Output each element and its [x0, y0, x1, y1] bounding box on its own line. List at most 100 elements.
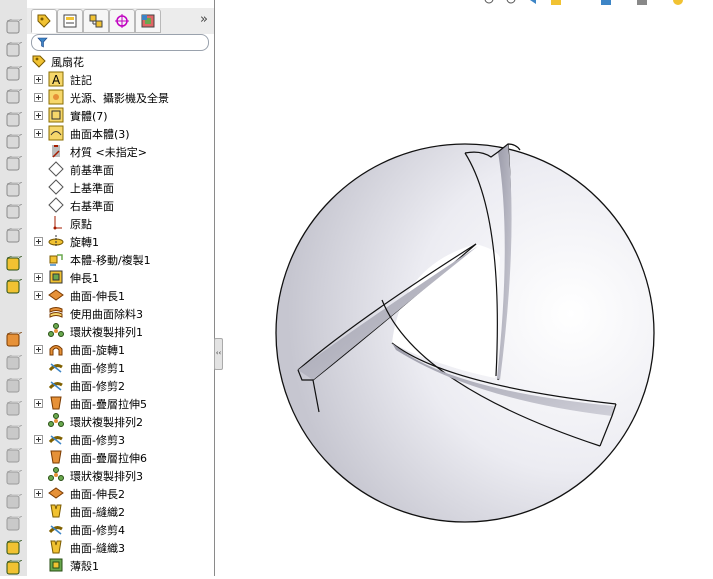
- tree-root[interactable]: 風扇花: [27, 52, 214, 70]
- tree-item-label: 材質 <未指定>: [70, 146, 147, 159]
- filter-icon: [37, 37, 48, 48]
- tree-item-label: 旋轉1: [70, 236, 99, 249]
- material-icon: [48, 143, 64, 159]
- circular-pattern-icon: [48, 323, 64, 339]
- tree-item-surface-bodies[interactable]: 曲面本體(3): [27, 124, 214, 142]
- tree-item-surface-trim[interactable]: 曲面-修剪2: [27, 376, 214, 394]
- chamfer-icon[interactable]: [4, 425, 22, 441]
- plane-icon[interactable]: [4, 42, 22, 58]
- tree-item-plane[interactable]: 上基準面: [27, 178, 214, 196]
- plane-icon[interactable]: [4, 19, 22, 35]
- tree-item-surface-extrude[interactable]: 曲面-伸長2: [27, 484, 214, 502]
- manager-tabs: »: [27, 8, 214, 34]
- tree-item-surface-extrude[interactable]: 曲面-伸長1: [27, 286, 214, 304]
- expand-toggle[interactable]: [34, 237, 43, 246]
- boss-icon[interactable]: [4, 560, 22, 576]
- surface-extrude-icon: [48, 485, 64, 501]
- relations-icon[interactable]: [4, 228, 22, 244]
- tree-item-plane[interactable]: 前基準面: [27, 160, 214, 178]
- revolve-icon[interactable]: [4, 332, 22, 348]
- tree-item-move-copy[interactable]: 本體-移動/複製1: [27, 250, 214, 268]
- more-tabs-button[interactable]: »: [200, 12, 208, 27]
- tree-item-surface-trim[interactable]: 曲面-修剪1: [27, 358, 214, 376]
- smart-dimension-icon[interactable]: [4, 204, 22, 220]
- surface-knit-icon: [48, 503, 64, 519]
- tree-item-circular-pattern[interactable]: 環狀複製排列2: [27, 412, 214, 430]
- tree-item-label: 環狀複製排列3: [70, 470, 143, 483]
- tree-item-label: 環狀複製排列2: [70, 416, 143, 429]
- tree-item-label: 曲面-伸長2: [70, 488, 125, 501]
- filter-input[interactable]: [31, 34, 209, 51]
- tree-item-revolve[interactable]: 旋轉1: [27, 232, 214, 250]
- graphics-area[interactable]: [216, 0, 713, 576]
- tab-display-manager[interactable]: [135, 9, 161, 33]
- circular-pattern-icon: [48, 413, 64, 429]
- tree-item-label: 曲面-縫織2: [70, 506, 125, 519]
- tab-configuration-manager[interactable]: [83, 9, 109, 33]
- solid-box-icon[interactable]: [4, 156, 22, 172]
- extrude-icon[interactable]: [4, 256, 22, 272]
- expand-toggle[interactable]: [34, 435, 43, 444]
- expand-toggle[interactable]: [34, 111, 43, 120]
- tree-item-circular-pattern[interactable]: 環狀複製排列1: [27, 322, 214, 340]
- tree-item-annotations[interactable]: A 註記: [27, 70, 214, 88]
- tree-item-plane[interactable]: 右基準面: [27, 196, 214, 214]
- surface-knit-icon: [48, 539, 64, 555]
- expand-toggle[interactable]: [34, 75, 43, 84]
- expand-toggle[interactable]: [34, 93, 43, 102]
- tree-item-extrude[interactable]: 伸長1: [27, 268, 214, 286]
- expand-toggle[interactable]: [34, 291, 43, 300]
- expand-toggle[interactable]: [34, 489, 43, 498]
- dome-icon[interactable]: [4, 540, 22, 556]
- tree-item-origin[interactable]: 原點: [27, 214, 214, 232]
- plane-icon[interactable]: [4, 112, 22, 128]
- tree-item-label: 曲面-伸長1: [70, 290, 125, 303]
- tree-item-label: 實體(7): [70, 110, 108, 123]
- expand-toggle[interactable]: [34, 273, 43, 282]
- expand-toggle[interactable]: [34, 345, 43, 354]
- tree-item-material[interactable]: 材質 <未指定>: [27, 142, 214, 160]
- tree-item-surface-trim[interactable]: 曲面-修剪3: [27, 430, 214, 448]
- tree-item-solid-bodies[interactable]: 實體(7): [27, 106, 214, 124]
- surface-bodies-icon: [48, 125, 64, 141]
- tree-item-surface-knit[interactable]: 曲面-縫織3: [27, 538, 214, 556]
- tree-item-label: 曲面-修剪2: [70, 380, 125, 393]
- tree-item-label: 上基準面: [70, 182, 114, 195]
- annotations-icon: A: [48, 71, 64, 87]
- plane-icon[interactable]: [4, 89, 22, 105]
- tab-property-manager[interactable]: [57, 9, 83, 33]
- hole-icon[interactable]: [4, 516, 22, 532]
- tree-item-circular-pattern[interactable]: 環狀複製排列3: [27, 466, 214, 484]
- tree-item-surface-revolve[interactable]: 曲面-旋轉1: [27, 340, 214, 358]
- plane-icon[interactable]: [4, 134, 22, 150]
- tree-item-shell[interactable]: 薄殼1: [27, 556, 214, 574]
- surface-trim-icon: [48, 521, 64, 537]
- plane-icon[interactable]: [4, 66, 22, 82]
- tab-feature-manager[interactable]: [31, 9, 57, 33]
- tree-item-surface-loft[interactable]: 曲面-疊層拉伸6: [27, 448, 214, 466]
- tree-item-label: 曲面-旋轉1: [70, 344, 125, 357]
- expand-toggle[interactable]: [34, 399, 43, 408]
- tree-item-surface-knit[interactable]: 曲面-縫織2: [27, 502, 214, 520]
- tree-item-label: 環狀複製排列1: [70, 326, 143, 339]
- sketch-icon[interactable]: [4, 182, 22, 198]
- tree-item-surface-loft[interactable]: 曲面-疊層拉伸5: [27, 394, 214, 412]
- tree-item-label: 曲面-修剪1: [70, 362, 125, 375]
- rib-icon[interactable]: [4, 448, 22, 464]
- tab-dimxpert-manager[interactable]: [109, 9, 135, 33]
- tree-item-label: 曲面-修剪3: [70, 434, 125, 447]
- draft-icon[interactable]: [4, 494, 22, 510]
- tree-root-label: 風扇花: [51, 56, 84, 69]
- tree-item-lights[interactable]: 光源、攝影機及全景: [27, 88, 214, 106]
- feature-tree: 風扇花 A 註記 光源、攝影機及全景實體(7) 曲面本體(3) 材質 <未指定> 前基準面…: [27, 52, 214, 574]
- tree-item-surface-trim[interactable]: 曲面-修剪4: [27, 520, 214, 538]
- extrude-icon: [48, 269, 64, 285]
- shell-icon[interactable]: [4, 470, 22, 486]
- sweep-icon[interactable]: [4, 355, 22, 371]
- loft-icon[interactable]: [4, 378, 22, 394]
- expand-toggle[interactable]: [34, 129, 43, 138]
- origin-icon: [48, 215, 64, 231]
- tree-item-surface-cut[interactable]: 使用曲面除料3: [27, 304, 214, 322]
- fillet-icon[interactable]: [4, 401, 22, 417]
- extrude-icon[interactable]: [4, 279, 22, 295]
